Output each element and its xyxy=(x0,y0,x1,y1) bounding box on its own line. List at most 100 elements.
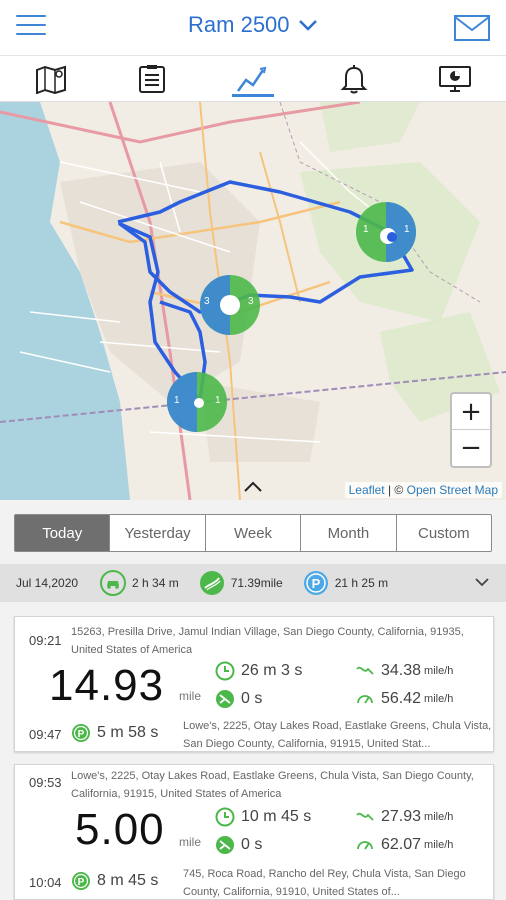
summary-park-time-value: 21 h 25 m xyxy=(334,576,389,590)
trip-end-address: 745, Roca Road, Rancho del Rey, Chula Vi… xyxy=(183,868,466,898)
tab-list[interactable] xyxy=(101,56,202,101)
clock-icon xyxy=(215,661,235,681)
parking-icon: P xyxy=(72,872,90,890)
parking-icon: P xyxy=(72,724,90,742)
zoom-out-button[interactable]: − xyxy=(452,430,490,466)
period-yesterday[interactable]: Yesterday xyxy=(110,515,206,551)
list-icon xyxy=(138,64,165,93)
trip-max-speed: 62.07 mile/h xyxy=(355,835,453,855)
cluster-1-left-count: 1 xyxy=(363,224,369,235)
trip-distance-unit: mile xyxy=(179,689,202,703)
trip-max-speed-unit: mile/h xyxy=(424,693,454,705)
trip-park-duration-value: 8 m 45 s xyxy=(97,872,159,889)
trip-idle: 0 s xyxy=(215,689,262,709)
trip-idle: 0 s xyxy=(215,835,262,855)
road-icon xyxy=(199,571,224,595)
summary-date: Jul 14,2020 xyxy=(16,576,79,590)
idle-icon xyxy=(216,836,234,854)
period-selector: Today Yesterday Week Month Custom xyxy=(14,514,492,552)
tab-monitor[interactable] xyxy=(405,56,506,101)
trip-end-time: 09:47 xyxy=(29,727,62,742)
trip-avg-speed-unit: mile/h xyxy=(424,811,454,823)
chevron-up-icon[interactable] xyxy=(242,480,264,494)
trip-duration-value: 26 m 3 s xyxy=(241,662,303,679)
tab-map[interactable] xyxy=(0,56,101,101)
trip-duration-value: 10 m 45 s xyxy=(241,808,312,825)
map-attribution: Leaflet | © Open Street Map xyxy=(344,482,502,498)
trip-distance: 5.00 xyxy=(75,805,165,854)
trip-max-speed: 56.42 mile/h xyxy=(355,689,453,709)
summary-drive-time-value: 2 h 34 m xyxy=(132,576,179,590)
osm-link[interactable]: Open Street Map xyxy=(407,483,498,497)
avg-speed-icon xyxy=(356,812,374,821)
svg-text:P: P xyxy=(311,576,320,591)
trip-distance-unit: mile xyxy=(179,835,202,849)
trip-max-speed-value: 62.07 xyxy=(381,836,422,853)
parking-icon: P xyxy=(303,571,328,595)
attribution-separator: | © xyxy=(384,483,407,497)
trip-card[interactable]: 09:21 15263, Presilla Drive, Jamul India… xyxy=(14,616,494,752)
trip-avg-speed: 27.93 mile/h xyxy=(355,807,453,827)
trip-start-address: 15263, Presilla Drive, Jamul Indian Vill… xyxy=(71,626,464,656)
period-custom[interactable]: Custom xyxy=(397,515,491,551)
top-bar: Ram 2500 xyxy=(0,0,506,56)
trip-idle-value: 0 s xyxy=(241,836,263,853)
trip-avg-speed-value: 34.38 xyxy=(381,662,422,679)
period-today[interactable]: Today xyxy=(15,515,111,551)
trip-end-time: 10:04 xyxy=(29,875,62,890)
chevron-down-icon[interactable] xyxy=(474,576,490,588)
clock-icon xyxy=(215,807,235,827)
cluster-1-right-count: 1 xyxy=(404,224,410,235)
trip-idle-value: 0 s xyxy=(241,690,263,707)
trip-max-speed-unit: mile/h xyxy=(424,839,454,851)
app-root: Ram 2500 1 1 3 3 1 1 + − Leaflet | © Ope… xyxy=(0,0,506,900)
chevron-down-icon[interactable] xyxy=(298,18,318,32)
period-week[interactable]: Week xyxy=(206,515,302,551)
trip-start-time: 09:53 xyxy=(29,775,62,790)
svg-text:P: P xyxy=(78,877,85,888)
trip-park-duration-value: 5 m 58 s xyxy=(97,724,159,741)
speedometer-icon xyxy=(357,841,373,850)
tab-bar xyxy=(0,56,506,102)
trip-park-duration: P 5 m 58 s xyxy=(71,723,158,743)
route-map[interactable]: 1 1 3 3 1 1 + − Leaflet | © Open Street … xyxy=(0,102,506,500)
tab-statistics[interactable] xyxy=(202,56,303,101)
cluster-3-left-count: 1 xyxy=(174,395,180,406)
summary-park-time: P 21 h 25 m xyxy=(303,570,388,596)
trip-card[interactable]: 09:53 Lowe's, 2225, Otay Lakes Road, Eas… xyxy=(14,764,494,900)
vehicle-selector[interactable]: Ram 2500 xyxy=(0,12,506,38)
trip-max-speed-value: 56.42 xyxy=(381,690,422,707)
monitor-icon xyxy=(439,65,472,92)
map-icon xyxy=(35,65,66,94)
trip-distance: 14.93 xyxy=(49,661,165,710)
trip-avg-speed: 34.38 mile/h xyxy=(355,661,453,681)
chart-line-icon xyxy=(236,66,267,92)
speedometer-icon xyxy=(357,695,373,704)
trip-duration: 26 m 3 s xyxy=(215,661,302,681)
vehicle-title[interactable]: Ram 2500 xyxy=(188,12,290,38)
svg-text:P: P xyxy=(78,729,85,740)
trip-end-address: Lowe's, 2225, Otay Lakes Road, Eastlake … xyxy=(183,720,492,750)
cluster-3-right-count: 1 xyxy=(215,395,221,406)
avg-speed-icon xyxy=(356,666,374,675)
tab-alerts[interactable] xyxy=(304,56,405,101)
summary-distance: 71.39mile xyxy=(199,570,283,596)
trip-park-duration: P 8 m 45 s xyxy=(71,871,158,891)
summary-drive-time: 2 h 34 m xyxy=(100,570,179,596)
idle-icon xyxy=(216,690,234,708)
leaflet-link[interactable]: Leaflet xyxy=(349,483,385,497)
trip-avg-speed-unit: mile/h xyxy=(424,665,454,677)
mail-icon[interactable] xyxy=(454,15,490,41)
zoom-control: + − xyxy=(450,392,492,468)
summary-distance-value: 71.39mile xyxy=(230,576,283,590)
daily-summary[interactable]: Jul 14,2020 2 h 34 m 71.39mile P 21 h 25… xyxy=(0,564,506,602)
cluster-2-left-count: 3 xyxy=(204,296,210,307)
zoom-in-button[interactable]: + xyxy=(452,394,490,430)
trip-duration: 10 m 45 s xyxy=(215,807,311,827)
trip-avg-speed-value: 27.93 xyxy=(381,808,422,825)
trip-start-address: Lowe's, 2225, Otay Lakes Road, Eastlake … xyxy=(71,770,474,800)
period-month[interactable]: Month xyxy=(301,515,397,551)
cluster-2-right-count: 3 xyxy=(248,296,254,307)
car-icon xyxy=(100,570,126,596)
bell-icon xyxy=(340,64,368,93)
